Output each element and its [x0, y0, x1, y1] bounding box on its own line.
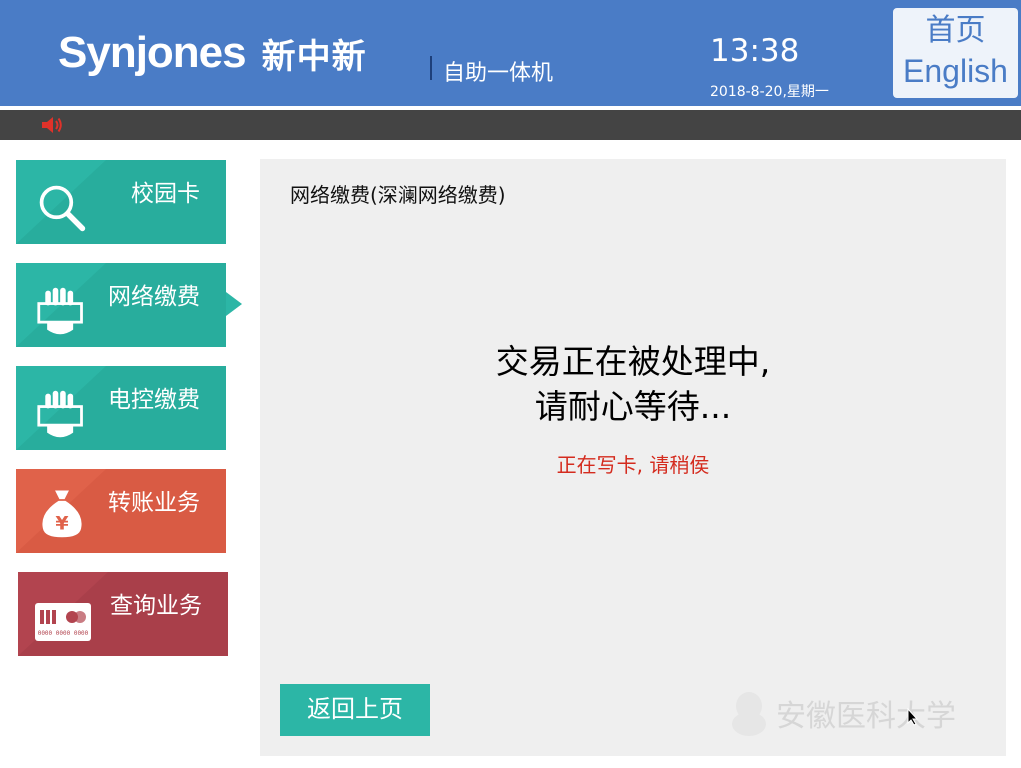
processing-line-2: 请耐心等待... — [534, 387, 732, 426]
kiosk-subtitle: 自助一体机 — [443, 61, 554, 86]
svg-text:¥: ¥ — [55, 512, 69, 534]
clock-time: 13:38 — [710, 33, 800, 69]
back-button[interactable]: 返回上页 — [280, 684, 430, 736]
page-title: 网络缴费(深澜网络缴费) — [290, 183, 506, 207]
speaker-icon[interactable] — [40, 115, 64, 135]
processing-line-1: 交易正在被处理中, — [495, 342, 771, 381]
notice-bar — [0, 110, 1021, 140]
status-message: 正在写卡, 请稍侯 — [556, 453, 710, 477]
top-header: Synjones 新中新 自助一体机 13:38 2018-8-20,星期一 首… — [0, 0, 1021, 106]
bank-card-icon: 0000 0000 0000 — [35, 603, 91, 641]
watermark: 安徽医科大学 — [728, 690, 956, 736]
menu-item-electricity-payment[interactable]: 电控缴费 — [16, 366, 226, 450]
menu-item-network-payment[interactable]: 网络缴费 — [16, 263, 226, 347]
menu-item-transfer[interactable]: 转账业务 ¥ — [16, 469, 226, 553]
processing-message: 交易正在被处理中, 请耐心等待... — [260, 339, 1006, 429]
selected-indicator — [226, 292, 242, 316]
watermark-text: 安徽医科大学 — [776, 699, 956, 734]
clock-date: 2018-8-20,星期一 — [710, 84, 829, 100]
brand-name-cn: 新中新 — [261, 36, 367, 77]
hand-card-icon — [37, 390, 83, 438]
header-divider — [430, 56, 432, 80]
penguin-icon — [732, 692, 766, 736]
search-icon — [39, 185, 86, 232]
hand-card-icon — [37, 287, 83, 335]
menu-item-query[interactable]: 查询业务 0000 0000 0000 — [18, 572, 228, 656]
home-button[interactable]: 首页 — [893, 11, 1018, 51]
card-number-text: 0000 0000 0000 — [38, 630, 89, 637]
english-button[interactable]: English — [893, 51, 1018, 91]
brand-logo: Synjones 新中新 — [58, 28, 367, 78]
mouse-cursor-icon — [907, 708, 919, 726]
brand-name: Synjones — [58, 28, 247, 77]
menu-item-campus-card[interactable]: 校园卡 — [16, 160, 226, 244]
content-panel: 网络缴费(深澜网络缴费) 交易正在被处理中, 请耐心等待... 正在写卡, 请稍… — [260, 159, 1006, 756]
home-language-panel: 首页 English — [893, 8, 1018, 98]
money-bag-icon: ¥ — [42, 490, 82, 538]
